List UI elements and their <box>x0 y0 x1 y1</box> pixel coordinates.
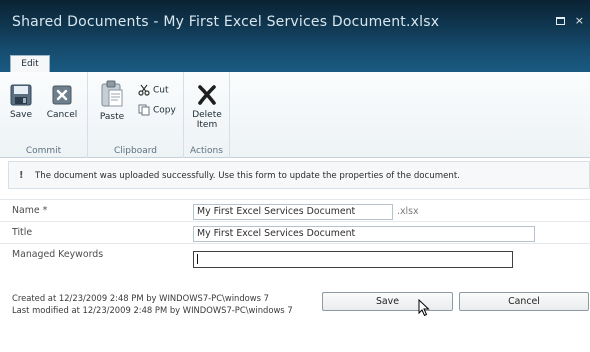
maximize-icon[interactable] <box>556 17 566 25</box>
cancel-form-button[interactable]: Cancel <box>459 292 589 311</box>
status-message-text: The document was uploaded successfully. … <box>35 171 460 181</box>
cut-label: Cut <box>153 85 169 96</box>
paste-icon <box>101 80 123 107</box>
file-extension: .xlsx <box>397 206 419 217</box>
info-icon: ! <box>19 170 24 181</box>
created-info: Created at 12/23/2009 2:48 PM by WINDOWS… <box>12 293 270 303</box>
form-row-keywords: Managed Keywords <box>0 243 590 268</box>
save-label: Save <box>9 110 33 120</box>
delete-icon <box>198 85 216 105</box>
clipboard-group: Paste Cut Copy Clipboard <box>88 72 184 158</box>
managed-keywords-input[interactable] <box>193 251 513 268</box>
ribbon: Save Cancel Commit Paste Cut Copy Clipbo… <box>0 72 590 158</box>
cancel-button[interactable]: Cancel <box>44 84 80 120</box>
copy-label: Copy <box>153 105 176 116</box>
actions-group-label: Actions <box>190 146 223 156</box>
paste-button[interactable]: Paste <box>98 80 126 122</box>
save-form-button[interactable]: Save <box>322 292 453 311</box>
cut-button[interactable]: Cut <box>138 84 169 96</box>
commit-group-label: Commit <box>25 146 62 156</box>
form-row-name: Name * My First Excel Services Document … <box>0 199 590 221</box>
tab-edit[interactable]: Edit <box>10 55 50 72</box>
copy-icon <box>138 104 150 116</box>
ribbon-tab-row: Edit <box>0 50 590 72</box>
name-label: Name * <box>12 205 48 216</box>
name-input[interactable]: My First Excel Services Document <box>193 204 393 220</box>
dialog-title: Shared Documents - My First Excel Servic… <box>12 14 440 30</box>
commit-group: Save Cancel Commit <box>0 72 88 158</box>
title-label: Title <box>12 227 33 238</box>
cancel-icon <box>52 85 72 105</box>
delete-item-button[interactable]: Delete Item <box>188 84 226 130</box>
clipboard-group-label: Clipboard <box>114 146 157 156</box>
dialog-title-bar: Shared Documents - My First Excel Servic… <box>0 0 590 50</box>
actions-group: Delete Item Actions <box>184 72 230 158</box>
paste-label: Paste <box>99 112 125 122</box>
window-controls: × <box>556 14 590 27</box>
delete-label-line1: Delete <box>192 110 222 120</box>
close-icon[interactable]: × <box>575 14 584 27</box>
text-caret <box>197 253 198 264</box>
title-input[interactable]: My First Excel Services Document <box>193 226 535 242</box>
cancel-label: Cancel <box>46 110 78 120</box>
modified-info: Last modified at 12/23/2009 2:48 PM by W… <box>12 305 293 315</box>
scissors-icon <box>138 84 150 96</box>
managed-keywords-label: Managed Keywords <box>12 249 104 260</box>
form-row-title: Title My First Excel Services Document <box>0 221 590 243</box>
copy-button[interactable]: Copy <box>138 104 176 116</box>
status-message-bar: ! The document was uploaded successfully… <box>8 161 590 189</box>
mouse-pointer-icon <box>418 299 430 317</box>
save-icon <box>10 84 32 106</box>
delete-label-line2: Item <box>196 120 218 130</box>
save-button[interactable]: Save <box>8 84 34 120</box>
version-info: Created at 12/23/2009 2:48 PM by WINDOWS… <box>12 292 293 316</box>
